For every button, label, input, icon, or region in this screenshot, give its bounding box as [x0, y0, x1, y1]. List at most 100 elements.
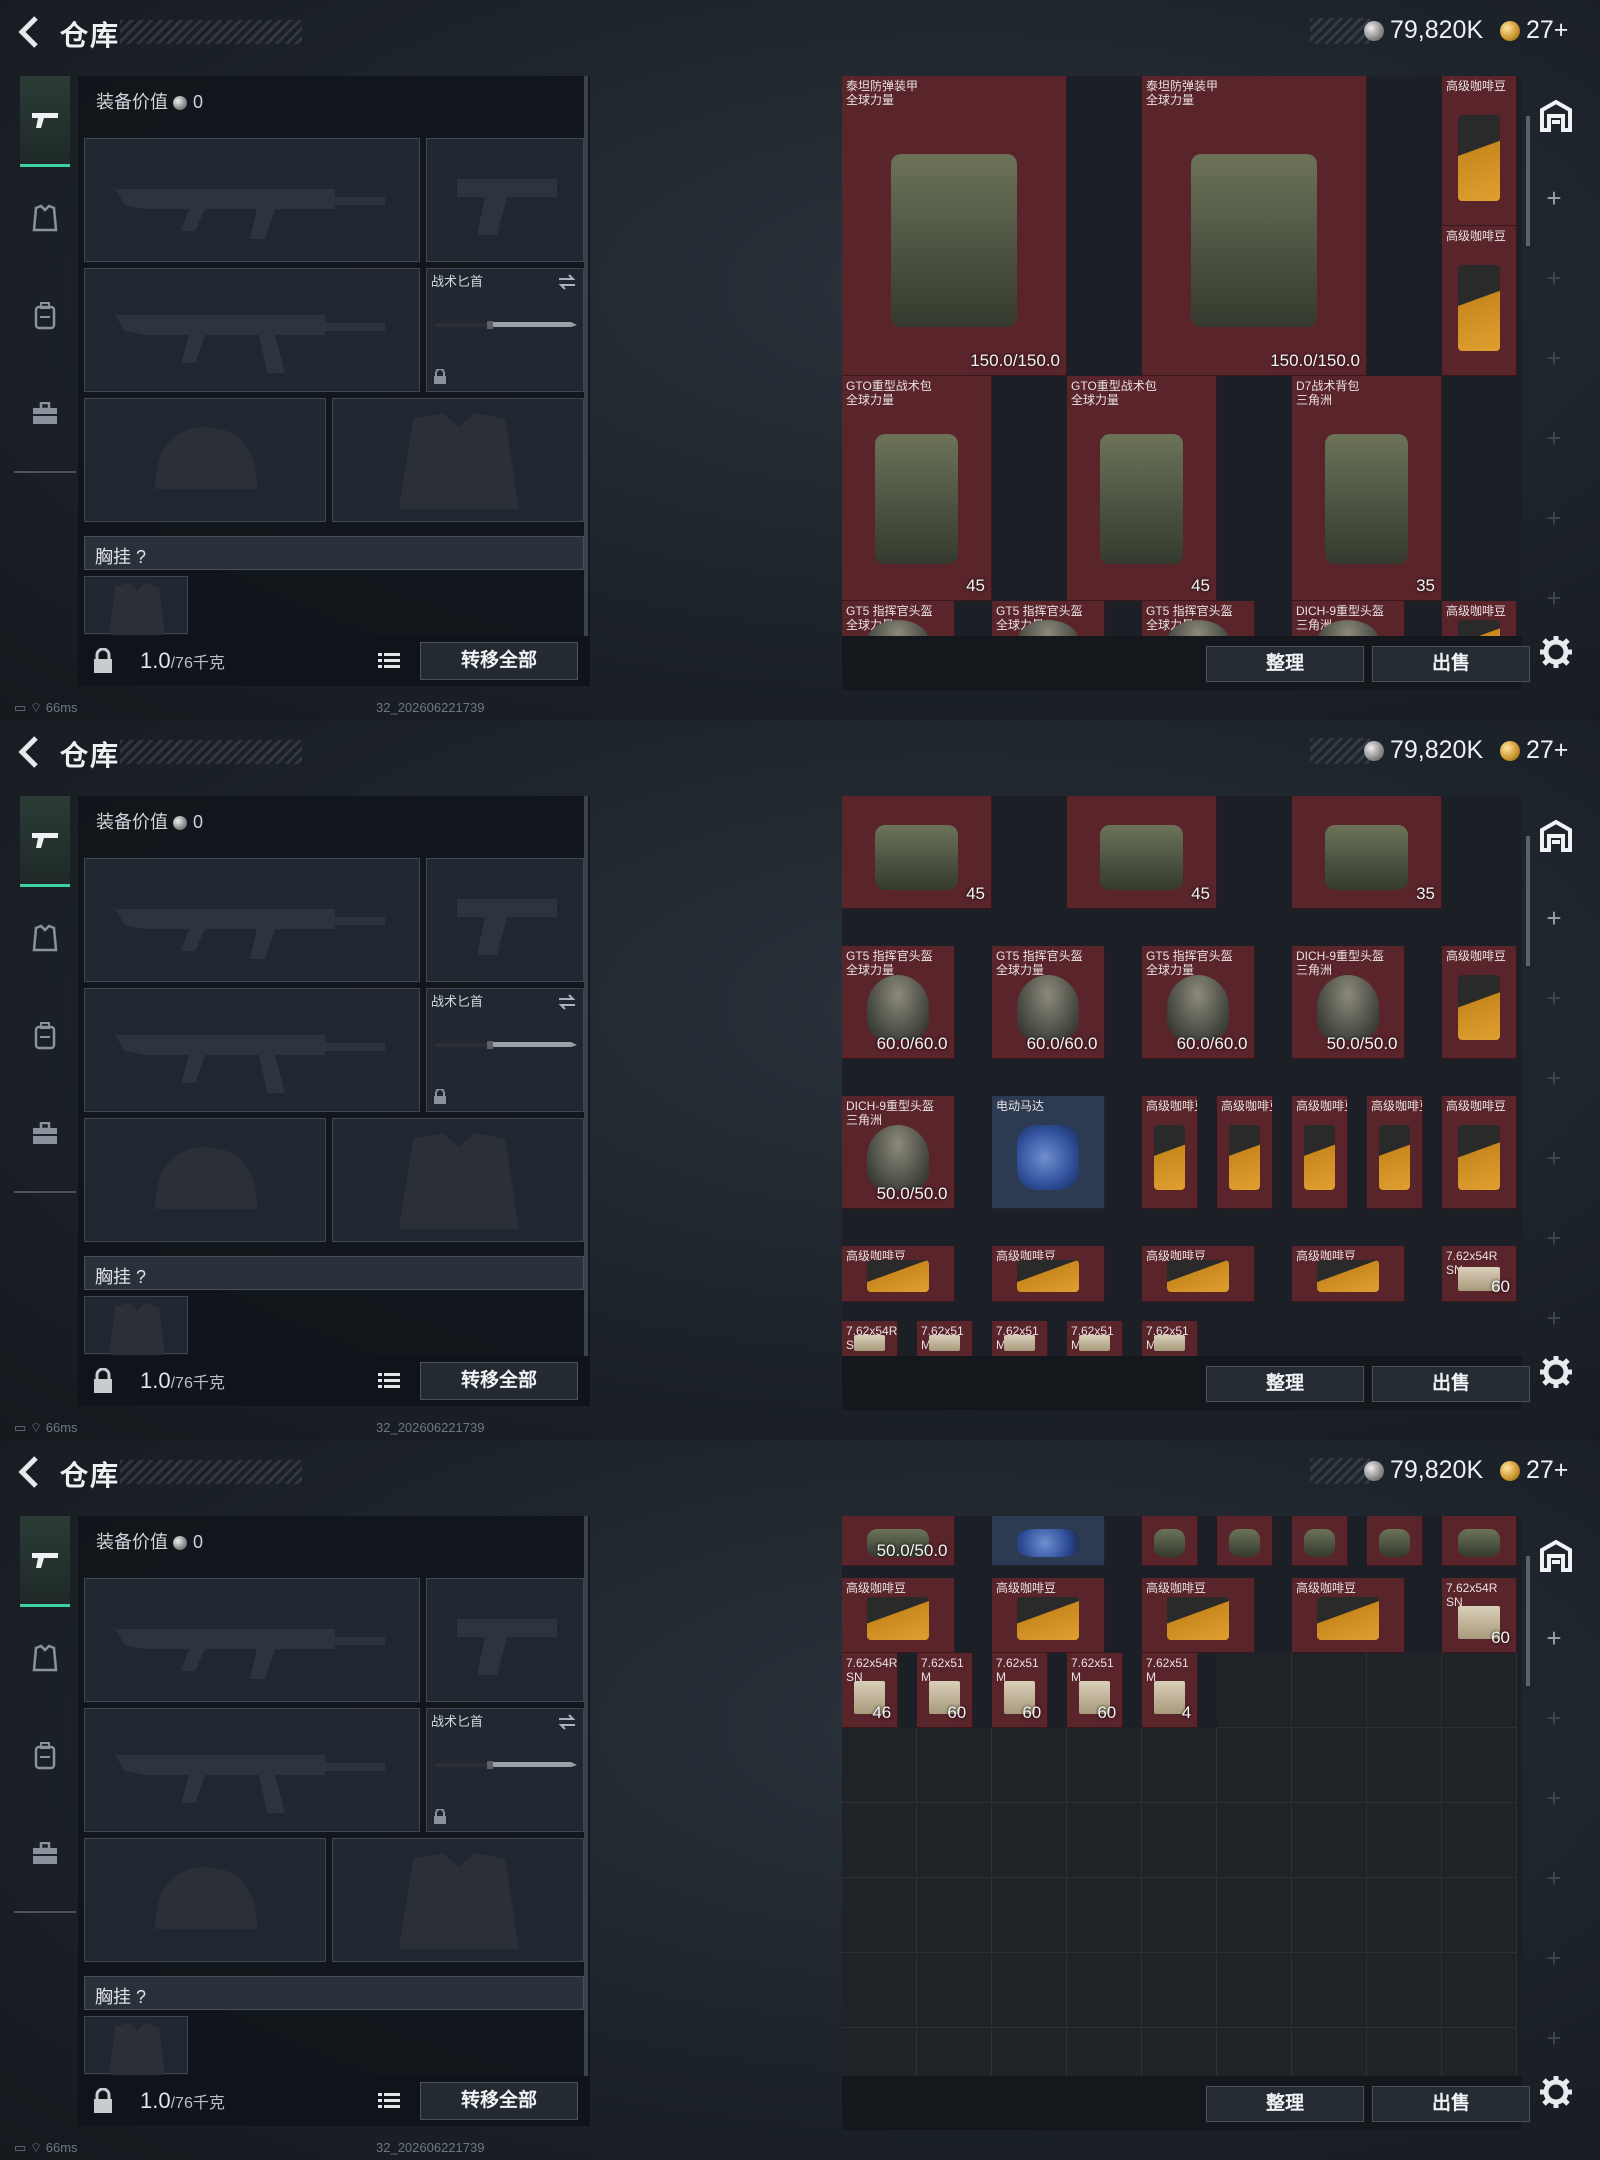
warehouse-icon[interactable] — [1536, 816, 1576, 856]
knife-slot[interactable]: 战术匕首 — [426, 988, 584, 1112]
sell-button[interactable]: 出售 — [1372, 2086, 1530, 2122]
tab-weapons[interactable] — [20, 76, 70, 167]
empty-grid-cell[interactable] — [1442, 1653, 1517, 1728]
stash-item[interactable]: 7.62x51 M 60 — [992, 1653, 1049, 1728]
stash-item[interactable]: 高级咖啡豆 — [1367, 1096, 1424, 1209]
stash-item[interactable] — [1217, 1516, 1274, 1567]
empty-grid-cell[interactable] — [917, 2028, 992, 2076]
list-icon[interactable] — [374, 2088, 404, 2114]
stash-item[interactable]: 高级咖啡豆 — [1292, 1578, 1405, 1653]
stash-item[interactable]: GTO重型战术包 全球力量 45 — [1067, 376, 1217, 601]
warehouse-icon[interactable] — [1536, 1536, 1576, 1576]
stash-item[interactable]: 7.62x54R SN 60 — [1442, 1246, 1517, 1303]
knife-slot[interactable]: 战术匕首 — [426, 1708, 584, 1832]
stash-item[interactable]: DICH-9重型头盔 三角洲 — [1292, 601, 1405, 636]
pistol-slot[interactable] — [426, 858, 584, 982]
pistol-slot[interactable] — [426, 138, 584, 262]
empty-grid-cell[interactable] — [1142, 1953, 1217, 2028]
stash-item[interactable]: 高级咖啡豆 — [1442, 1096, 1517, 1209]
armor-slot[interactable] — [332, 1118, 584, 1242]
add-tab-icon[interactable]: + — [1542, 905, 1566, 931]
empty-grid-cell[interactable] — [1142, 1803, 1217, 1878]
sort-button[interactable]: 整理 — [1206, 646, 1364, 682]
empty-grid-cell[interactable] — [1217, 1878, 1292, 1953]
secondary-weapon-slot[interactable] — [84, 988, 420, 1112]
empty-grid-cell[interactable] — [1367, 1653, 1442, 1728]
empty-grid-cell[interactable] — [842, 2028, 917, 2076]
empty-grid-cell[interactable] — [917, 1953, 992, 2028]
empty-grid-cell[interactable] — [1142, 1878, 1217, 1953]
empty-grid-cell[interactable] — [1142, 1728, 1217, 1803]
empty-grid-cell[interactable] — [1217, 1728, 1292, 1803]
stash-item[interactable]: GT5 指挥官头盔 全球力量 60.0/60.0 — [1142, 946, 1255, 1059]
tab-armor[interactable] — [20, 894, 70, 982]
empty-grid-cell[interactable] — [1292, 1653, 1367, 1728]
empty-grid-cell[interactable] — [1067, 2028, 1142, 2076]
stash-item[interactable]: 高级咖啡豆 — [1142, 1246, 1255, 1303]
swap-icon[interactable] — [557, 993, 577, 1011]
helmet-slot[interactable] — [84, 1838, 326, 1962]
empty-grid-cell[interactable] — [1217, 2028, 1292, 2076]
stash-item[interactable] — [1292, 1516, 1349, 1567]
stash-item[interactable]: 7.62x51 M — [1067, 1321, 1124, 1356]
empty-grid-cell[interactable] — [1442, 1728, 1517, 1803]
stash-item[interactable]: 45 — [842, 796, 992, 909]
stash-item[interactable]: 电动马达 — [992, 1096, 1105, 1209]
empty-grid-cell[interactable] — [1067, 1953, 1142, 2028]
tab-armor[interactable] — [20, 174, 70, 262]
helmet-slot[interactable] — [84, 398, 326, 522]
empty-grid-cell[interactable] — [1067, 1728, 1142, 1803]
stash-item[interactable]: 高级咖啡豆 — [842, 1246, 955, 1303]
empty-grid-cell[interactable] — [992, 1953, 1067, 2028]
chest-rig-slot[interactable] — [84, 576, 188, 635]
stash-item[interactable]: 泰坦防弹装甲 全球力量 150.0/150.0 — [1142, 76, 1367, 376]
stash-item[interactable]: 高级咖啡豆 — [842, 1578, 955, 1653]
pistol-slot[interactable] — [426, 1578, 584, 1702]
armor-slot[interactable] — [332, 398, 584, 522]
stash-item[interactable] — [1367, 1516, 1424, 1567]
secondary-weapon-slot[interactable] — [84, 1708, 420, 1832]
stash-item[interactable]: GT5 指挥官头盔 全球力量 60.0/60.0 — [842, 946, 955, 1059]
stash-item[interactable]: GT5 指挥官头盔 全球力量 — [992, 601, 1105, 636]
stash-item[interactable] — [1142, 1516, 1199, 1567]
sort-button[interactable]: 整理 — [1206, 2086, 1364, 2122]
primary-weapon-slot[interactable] — [84, 138, 420, 262]
empty-grid-cell[interactable] — [992, 1728, 1067, 1803]
stash-item[interactable]: 高级咖啡豆 — [1292, 1246, 1405, 1303]
empty-grid-cell[interactable] — [1367, 1953, 1442, 2028]
empty-grid-cell[interactable] — [1367, 1728, 1442, 1803]
tab-weapons[interactable] — [20, 1516, 70, 1607]
stash-item[interactable]: 7.62x54RSN — [842, 1321, 899, 1356]
stash-item[interactable]: 50.0/50.0 — [842, 1516, 955, 1567]
chest-rig-slot[interactable] — [84, 1296, 188, 1355]
empty-grid-cell[interactable] — [1367, 1878, 1442, 1953]
stash-item[interactable]: D7战术背包 三角洲 35 — [1292, 376, 1442, 601]
secondary-weapon-slot[interactable] — [84, 268, 420, 392]
stash-item[interactable]: 高级咖啡豆 — [1442, 226, 1517, 376]
stash-item[interactable]: 7.62x54R SN 46 — [842, 1653, 899, 1728]
stash-item[interactable]: GT5 指挥官头盔 全球力量 — [1142, 601, 1255, 636]
empty-grid-cell[interactable] — [1217, 1953, 1292, 2028]
stash-item[interactable]: 7.62x51 M — [1142, 1321, 1199, 1356]
stash-item[interactable]: GTO重型战术包 全球力量 45 — [842, 376, 992, 601]
transfer-all-button[interactable]: 转移全部 — [420, 2082, 578, 2120]
empty-grid-cell[interactable] — [992, 2028, 1067, 2076]
empty-grid-cell[interactable] — [1292, 1878, 1367, 1953]
empty-grid-cell[interactable] — [1442, 2028, 1517, 2076]
transfer-all-button[interactable]: 转移全部 — [420, 642, 578, 680]
stash-item[interactable]: 高级咖啡豆 — [1292, 1096, 1349, 1209]
equipment-scrollbar[interactable] — [584, 76, 588, 636]
list-icon[interactable] — [374, 1368, 404, 1394]
swap-icon[interactable] — [557, 273, 577, 291]
sort-button[interactable]: 整理 — [1206, 1366, 1364, 1402]
stash-item[interactable] — [1442, 1516, 1517, 1567]
stash-item[interactable]: 高级咖啡豆 — [992, 1578, 1105, 1653]
primary-weapon-slot[interactable] — [84, 858, 420, 982]
sell-button[interactable]: 出售 — [1372, 1366, 1530, 1402]
back-arrow-icon[interactable] — [14, 734, 44, 770]
empty-grid-cell[interactable] — [842, 1878, 917, 1953]
empty-grid-cell[interactable] — [1292, 2028, 1367, 2076]
stash-item[interactable]: 35 — [1292, 796, 1442, 909]
empty-grid-cell[interactable] — [1367, 2028, 1442, 2076]
empty-grid-cell[interactable] — [1367, 1803, 1442, 1878]
